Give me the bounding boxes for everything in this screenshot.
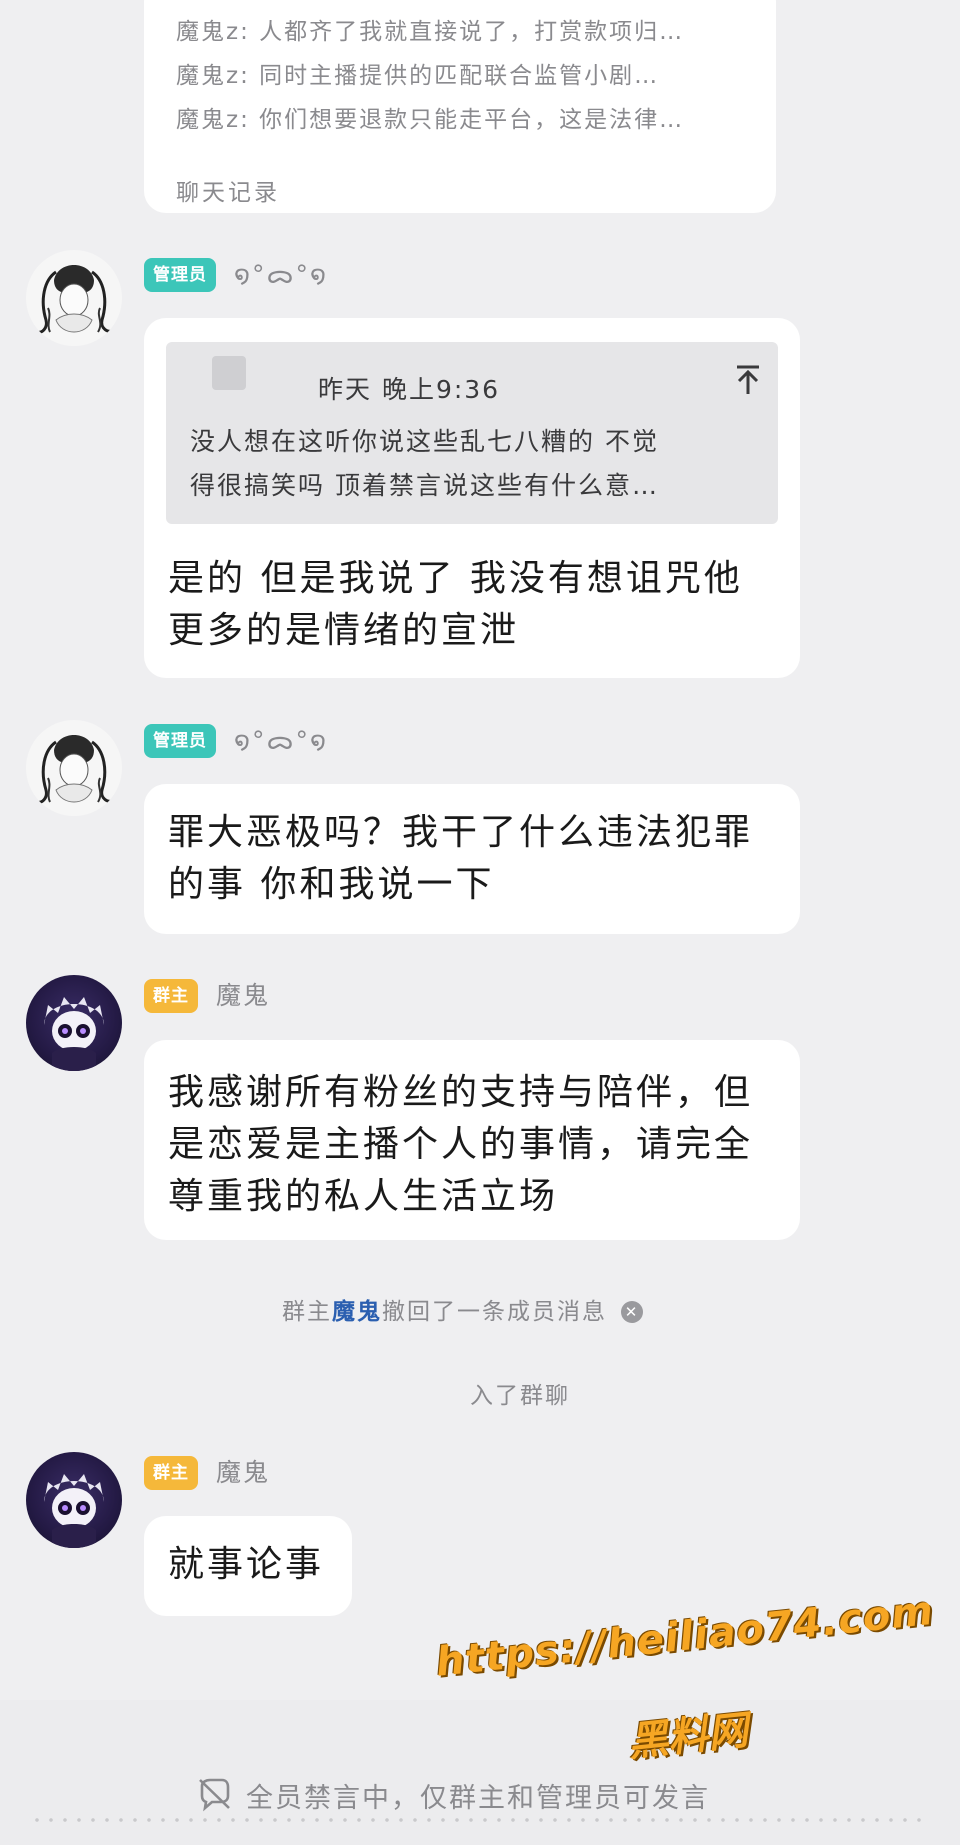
message-text-line: 尊重我的私人生活立场 [168,1176,559,1217]
admin-avatar[interactable] [26,720,122,816]
input-bar-muted [0,1700,960,1845]
admin-avatar[interactable] [26,250,122,346]
owner-role-badge: 群主 [144,1456,198,1490]
admin-role-badge: 管理员 [144,724,216,758]
admin-role-badge: 管理员 [144,258,216,292]
quote-avatar-thumbnail [212,356,246,390]
message-text-line: 我感谢所有粉丝的支持与陪伴，但 [168,1072,754,1113]
message-text-line: 就事论事 [168,1544,325,1585]
message-bubble[interactable]: 就事论事 [144,1516,352,1616]
recall-notice: 群主魔鬼撤回了一条成员消息 ✕ [282,1292,643,1326]
anime-girl-avatar-icon [35,265,115,334]
sender-nickname[interactable]: ໑°ᯅ°໑ [234,258,328,292]
quote-timestamp: 昨天 晚上9:36 [318,375,501,404]
chat-record-line: 魔鬼z: 同时主播提供的匹配联合监管小剧… [176,63,660,89]
message-bubble[interactable]: 罪大恶极吗？我干了什么违法犯罪 的事 你和我说一下 [144,784,800,934]
owner-avatar[interactable] [26,975,122,1071]
owner-avatar[interactable] [26,1452,122,1548]
message-bubble[interactable]: 昨天 晚上9:36 没人想在这听你说这些乱七八糟的 不觉 得很搞笑吗 顶着禁言说… [144,318,800,678]
chat-record-line: 魔鬼z: 你们想要退款只能走平台，这是法律… [176,107,685,133]
message-text-line: 的事 你和我说一下 [168,864,495,905]
bottom-divider [30,1818,930,1822]
message-text-line: 罪大恶极吗？我干了什么违法犯罪 [168,812,754,853]
message-text-line: 是的 但是我说了 我没有想诅咒他 [168,558,743,599]
recall-notice-name[interactable]: 魔鬼 [332,1299,382,1325]
dark-character-avatar-icon [44,997,104,1071]
sender-nickname[interactable]: 魔鬼 [216,979,270,1013]
sender-nickname[interactable]: 魔鬼 [216,1456,270,1490]
message-text-line: 更多的是情绪的宣泄 [168,610,520,651]
quoted-message[interactable]: 昨天 晚上9:36 没人想在这听你说这些乱七八糟的 不觉 得很搞笑吗 顶着禁言说… [166,342,778,524]
chat-record-label: 聊天记录 [176,180,280,206]
jump-to-original-icon[interactable] [734,364,762,396]
quote-text-line: 没人想在这听你说这些乱七八糟的 不觉 [190,427,659,456]
watermark-url: https://heiliao74.com [433,1587,936,1686]
recall-notice-suffix: 撤回了一条成员消息 [382,1299,607,1325]
dark-character-avatar-icon [44,1474,104,1548]
chat-record-card[interactable]: 魔鬼z: 人都齐了我就直接说了，打赏款项归… 魔鬼z: 同时主播提供的匹配联合监… [144,0,776,213]
quote-text-line: 得很搞笑吗 顶着禁言说这些有什么意… [190,471,659,500]
muted-icon [196,1776,232,1812]
anime-girl-avatar-icon [35,735,115,804]
chat-record-line: 魔鬼z: 人都齐了我就直接说了，打赏款项归… [176,19,685,45]
all-muted-notice: 全员禁言中，仅群主和管理员可发言 [246,1783,710,1814]
join-notice: 入了群聊 [470,1383,570,1409]
message-text-line: 是恋爱是主播个人的事情，请完全 [168,1124,754,1165]
message-bubble[interactable]: 我感谢所有粉丝的支持与陪伴，但 是恋爱是主播个人的事情，请完全 尊重我的私人生活… [144,1040,800,1240]
owner-role-badge: 群主 [144,979,198,1013]
close-icon[interactable]: ✕ [621,1301,643,1323]
recall-notice-prefix: 群主 [282,1299,332,1325]
sender-nickname[interactable]: ໑°ᯅ°໑ [234,724,328,758]
